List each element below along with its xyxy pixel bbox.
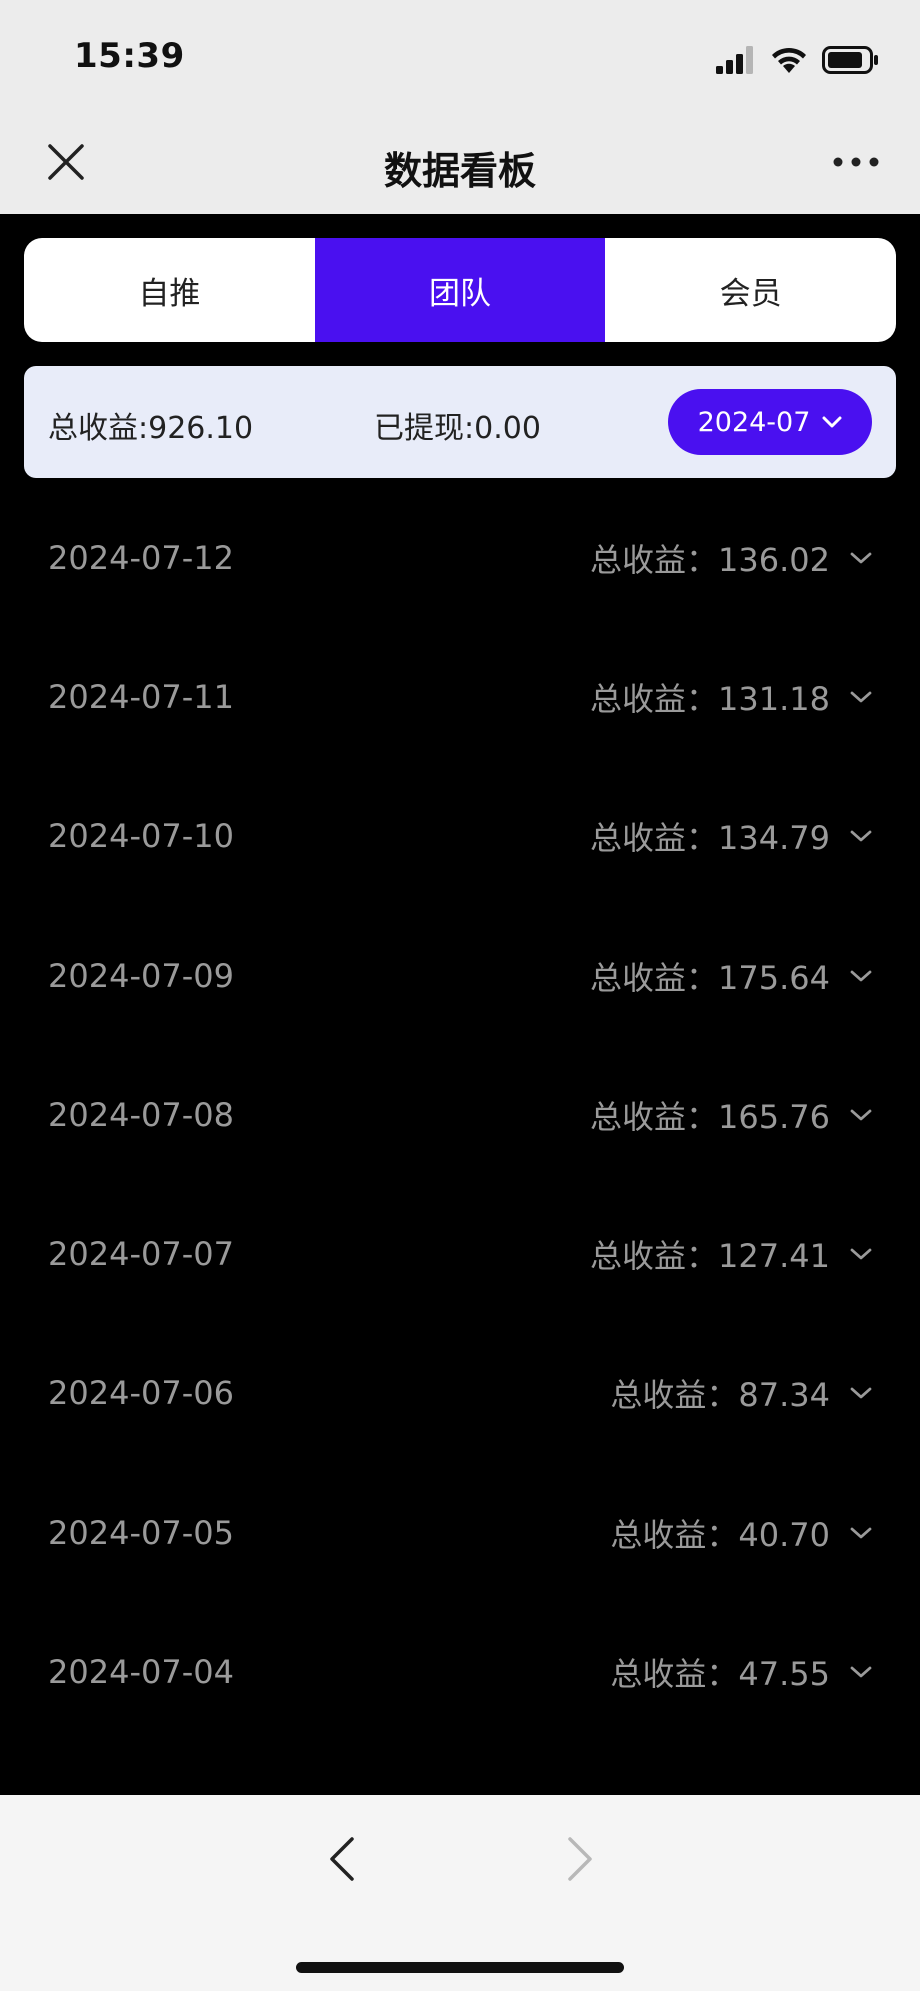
page-title: 数据看板 bbox=[383, 149, 536, 193]
chevron-down-icon bbox=[850, 1109, 872, 1121]
tab-member[interactable]: 会员 bbox=[605, 238, 896, 342]
chevron-down-icon bbox=[850, 1388, 872, 1399]
list-item-date: 2024-07-07 bbox=[48, 1235, 234, 1274]
home-indicator bbox=[296, 1962, 624, 1973]
list-item[interactable]: 2024-07-04 总收益：47.55 bbox=[0, 1602, 920, 1741]
summary-bar: 总收益:926.10 已提现:0.00 2024-07 bbox=[24, 366, 896, 478]
list-item-income: 总收益：136.02 bbox=[590, 540, 830, 579]
list-item-income-wrap: 总收益：40.70 bbox=[610, 1510, 872, 1556]
list-item[interactable]: 2024-07-08 总收益：165.76 bbox=[0, 1045, 920, 1184]
list-item-date: 2024-07-10 bbox=[48, 817, 234, 856]
chevron-down-icon bbox=[850, 552, 872, 564]
list-item-income-wrap: 总收益：131.18 bbox=[590, 674, 872, 720]
chevron-down-icon bbox=[850, 830, 872, 842]
list-item-income: 总收益：40.70 bbox=[610, 1515, 830, 1554]
list-item-date: 2024-07-06 bbox=[48, 1374, 234, 1413]
daily-income-list: 2024-07-12 总收益：136.02 2024-07-11 总收益：131… bbox=[0, 488, 920, 1742]
browser-toolbar bbox=[0, 1795, 920, 1991]
list-item-income: 总收益：131.18 bbox=[590, 679, 830, 718]
list-item[interactable]: 2024-07-11 总收益：131.18 bbox=[0, 627, 920, 766]
list-item[interactable]: 2024-07-10 总收益：134.79 bbox=[0, 767, 920, 906]
chevron-down-icon bbox=[850, 691, 872, 703]
list-item-income-wrap: 总收益：175.64 bbox=[590, 953, 872, 999]
list-item[interactable]: 2024-07-06 总收益：87.34 bbox=[0, 1324, 920, 1463]
list-item-income-wrap: 总收益：127.41 bbox=[590, 1231, 872, 1277]
chevron-down-icon bbox=[850, 1666, 872, 1678]
list-item-income-wrap: 总收益：47.55 bbox=[610, 1649, 872, 1695]
status-time: 15:39 bbox=[74, 36, 185, 76]
battery-icon bbox=[822, 46, 878, 74]
list-item[interactable]: 2024-07-05 总收益：40.70 bbox=[0, 1463, 920, 1602]
total-income: 总收益:926.10 bbox=[48, 411, 254, 446]
chevron-down-icon bbox=[822, 416, 842, 428]
list-item-income-wrap: 总收益：136.02 bbox=[590, 535, 872, 581]
status-icons bbox=[716, 40, 880, 80]
status-bar: 15:39 bbox=[0, 0, 920, 110]
tab-team[interactable]: 团队 bbox=[314, 238, 606, 342]
list-item-date: 2024-07-11 bbox=[48, 677, 234, 716]
list-item-income: 总收益：127.41 bbox=[590, 1237, 830, 1276]
list-item[interactable]: 2024-07-07 总收益：127.41 bbox=[0, 1184, 920, 1323]
list-item-date: 2024-07-09 bbox=[48, 956, 234, 995]
list-item-income-wrap: 总收益：134.79 bbox=[590, 813, 872, 859]
list-item-income: 总收益：175.64 bbox=[590, 958, 830, 997]
month-picker-button[interactable]: 2024-07 bbox=[668, 389, 872, 455]
list-item-income: 总收益：47.55 bbox=[610, 1655, 830, 1694]
month-picker-label: 2024-07 bbox=[697, 406, 811, 438]
chevron-down-icon bbox=[850, 970, 872, 981]
list-item-date: 2024-07-12 bbox=[48, 538, 234, 577]
chevron-right-icon[interactable] bbox=[560, 1831, 600, 1887]
chevron-down-icon bbox=[850, 1527, 872, 1539]
list-item[interactable]: 2024-07-09 总收益：175.64 bbox=[0, 906, 920, 1045]
list-item-income: 总收益：87.34 bbox=[610, 1376, 830, 1415]
withdrawn-amount: 已提现:0.00 bbox=[374, 411, 541, 446]
nav-bar: 数据看板 bbox=[0, 110, 920, 214]
list-item-date: 2024-07-04 bbox=[48, 1653, 234, 1692]
tab-self-promo[interactable]: 自推 bbox=[24, 238, 315, 342]
signal-icon bbox=[716, 46, 753, 74]
list-item-income: 总收益：134.79 bbox=[590, 819, 830, 858]
list-item-date: 2024-07-08 bbox=[48, 1095, 234, 1134]
chevron-down-icon bbox=[850, 1248, 872, 1260]
list-item-income-wrap: 总收益：165.76 bbox=[590, 1092, 872, 1138]
wifi-icon bbox=[772, 47, 806, 73]
tab-bar: 自推 团队 会员 bbox=[24, 238, 896, 342]
list-item-income-wrap: 总收益：87.34 bbox=[610, 1370, 872, 1416]
list-item[interactable]: 2024-07-12 总收益：136.02 bbox=[0, 488, 920, 627]
list-item-date: 2024-07-05 bbox=[48, 1513, 234, 1552]
chevron-left-icon[interactable] bbox=[322, 1831, 362, 1887]
more-icon[interactable] bbox=[832, 150, 880, 174]
list-item-income: 总收益：165.76 bbox=[590, 1097, 830, 1136]
